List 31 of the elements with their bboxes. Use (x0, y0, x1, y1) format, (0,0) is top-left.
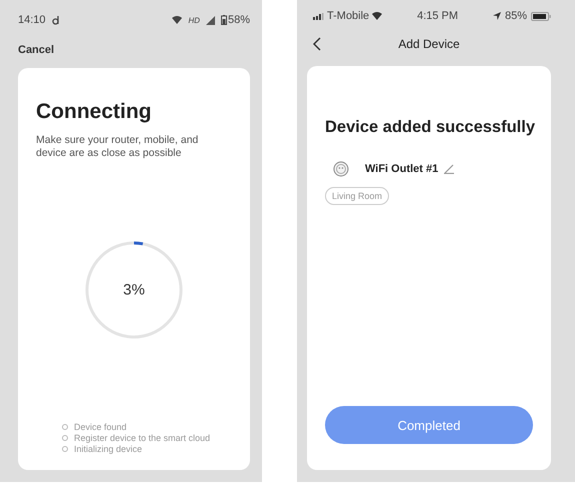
room-tag: Living Room (325, 187, 390, 205)
bullet-icon (62, 446, 68, 452)
cancel-button[interactable]: Cancel (18, 40, 54, 60)
step-text: Device found (74, 422, 127, 432)
device-name: WiFi Outlet #1 (365, 163, 438, 175)
carrier-name: T-Mobile (327, 10, 370, 22)
back-icon (313, 37, 321, 51)
signal-icon (313, 12, 324, 20)
step-text: Register device to the smart cloud (74, 433, 210, 443)
wifi-icon (372, 12, 382, 20)
edit-icon[interactable] (444, 164, 454, 174)
notification-icon (52, 16, 60, 24)
screen-title: Add Device (397, 37, 461, 51)
success-title: Device added successfully (325, 118, 536, 137)
battery-icon (531, 12, 551, 20)
battery-percent: 58% (228, 14, 250, 26)
progress-percent: 3% (123, 282, 145, 299)
signal-icon (206, 16, 215, 24)
clock-time: 14:10 (18, 14, 46, 26)
step-text: Initializing device (74, 444, 142, 454)
wifi-icon (172, 16, 182, 24)
bullet-icon (62, 435, 68, 441)
instruction-text: Make sure your router, mobile, and device are as close as possible (36, 134, 200, 160)
clock-time: 4:15 PM (417, 10, 458, 22)
outlet-icon (333, 161, 349, 177)
network-label: HD (188, 16, 200, 24)
screen-title: Connecting (36, 100, 152, 124)
bullet-icon (62, 424, 68, 430)
location-icon (492, 12, 501, 20)
battery-percent: 85% (504, 10, 527, 22)
battery-icon (220, 15, 227, 25)
